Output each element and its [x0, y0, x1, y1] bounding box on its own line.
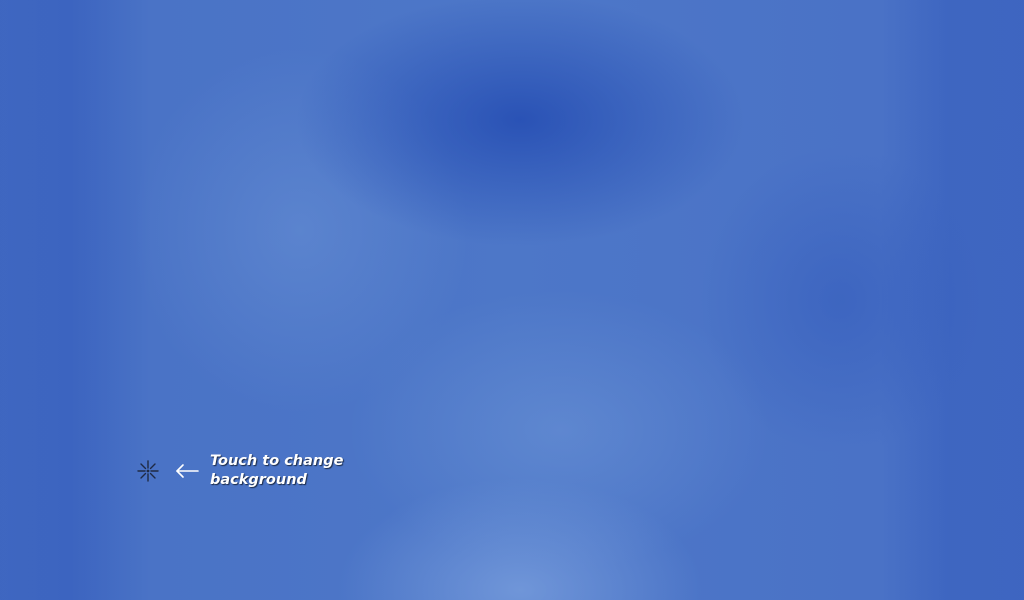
arrow-left-icon: [176, 464, 199, 478]
background-vignette: [0, 0, 1024, 600]
change-background-hint[interactable]: Touch to change background: [136, 452, 370, 490]
change-background-label: Touch to change background: [210, 453, 344, 488]
crosshair-sparkle-icon[interactable]: [136, 459, 160, 483]
desktop-background[interactable]: Touch to change background: [0, 0, 1024, 600]
